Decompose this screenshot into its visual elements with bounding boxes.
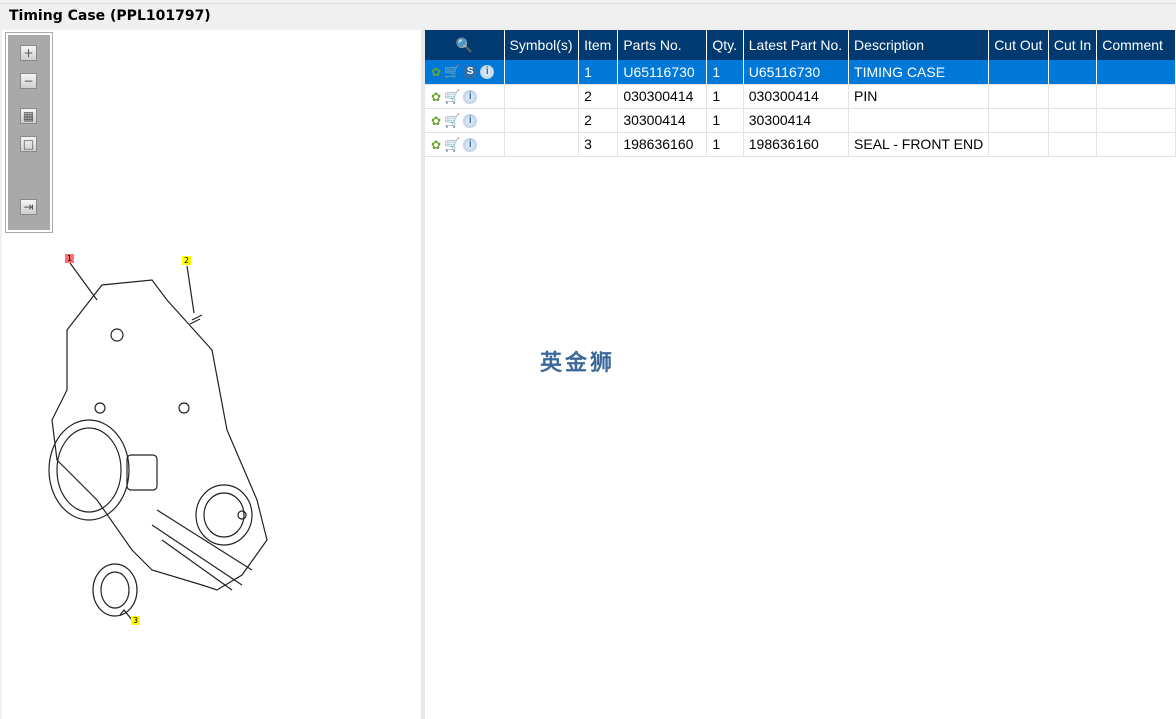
callout-1[interactable]: 1	[65, 254, 75, 263]
qty-cell: 1	[706, 60, 744, 85]
comment-cell	[1096, 60, 1176, 85]
description-cell: PIN	[848, 84, 990, 109]
description-cell	[848, 108, 990, 133]
description-cell: TIMING CASE	[848, 60, 990, 85]
description-cell: SEAL - FRONT END	[848, 132, 990, 157]
table-row[interactable]: ✿ 🛒 i 2 030300414 1 030300414 PIN	[425, 84, 1176, 109]
symbols-cell	[504, 84, 580, 109]
item-cell: 1	[578, 60, 619, 85]
settings-icon[interactable]: ✿	[431, 65, 441, 79]
top-tabs	[0, 0, 1176, 4]
callout-3[interactable]: 3	[131, 616, 141, 625]
row-actions: ✿ 🛒 Si	[425, 60, 505, 85]
cut-in-cell	[1048, 60, 1098, 85]
parts-no-cell: 198636160	[617, 132, 708, 157]
comment-cell	[1096, 132, 1176, 157]
comment-cell	[1096, 84, 1176, 109]
cut-out-cell	[988, 60, 1049, 85]
cut-out-cell	[988, 132, 1049, 157]
header-latest-part-no[interactable]: Latest Part No.	[743, 30, 850, 60]
row-actions: ✿ 🛒 i	[425, 108, 505, 133]
info-icon[interactable]: i	[463, 113, 478, 128]
cut-out-cell	[988, 84, 1049, 109]
latest-part-no-cell: U65116730	[743, 60, 850, 85]
row-actions: ✿ 🛒 i	[425, 84, 505, 109]
header-comment[interactable]: Comment	[1096, 30, 1176, 60]
header-cut-out[interactable]: Cut Out	[988, 30, 1049, 60]
watermark: 英金狮	[540, 351, 616, 376]
qty-cell: 1	[706, 108, 744, 133]
latest-part-no-cell: 198636160	[743, 132, 850, 157]
info-icon[interactable]: i	[480, 65, 495, 80]
cart-icon[interactable]: 🛒	[444, 113, 460, 129]
callout-2[interactable]: 2	[182, 256, 192, 265]
latest-part-no-cell: 030300414	[743, 84, 850, 109]
page-title: Timing Case (PPL101797)	[9, 8, 211, 24]
qty-cell: 1	[706, 84, 744, 109]
qty-cell: 1	[706, 132, 744, 157]
cut-in-cell	[1048, 108, 1098, 133]
symbols-cell	[504, 60, 580, 85]
settings-icon[interactable]: ✿	[431, 90, 441, 104]
cart-icon[interactable]: 🛒	[444, 137, 460, 153]
cart-icon[interactable]: 🛒	[444, 64, 460, 80]
header-search[interactable]: 🔍	[425, 30, 505, 60]
cut-in-cell	[1048, 84, 1098, 109]
settings-icon[interactable]: ✿	[431, 114, 441, 128]
parts-table: 🔍 Symbol(s) Item Parts No. Qty. Latest P…	[425, 30, 1176, 157]
header-symbols[interactable]: Symbol(s)	[504, 30, 580, 60]
table-row[interactable]: ✿ 🛒 i 2 30300414 1 30300414	[425, 108, 1176, 133]
cart-icon[interactable]: 🛒	[444, 89, 460, 105]
table-row[interactable]: ✿ 🛒 i 3 198636160 1 198636160 SEAL - FRONT…	[425, 132, 1176, 157]
cut-in-cell	[1048, 132, 1098, 157]
item-cell: 3	[578, 132, 619, 157]
symbols-cell	[504, 108, 580, 133]
settings-icon[interactable]: ✿	[431, 138, 441, 152]
drawing-pane[interactable]: + − ▦ □ ⇥ 1 2 3	[2, 30, 421, 719]
table-row[interactable]: ✿ 🛒 Si 1 U65116730 1 U65116730 TIMING CASE	[425, 60, 1176, 85]
search-icon[interactable]: 🔍	[456, 37, 473, 53]
latest-part-no-cell: 30300414	[743, 108, 850, 133]
header-item[interactable]: Item	[578, 30, 619, 60]
item-cell: 2	[578, 108, 619, 133]
timing-case-drawing	[48, 262, 268, 621]
header-qty[interactable]: Qty.	[706, 30, 744, 60]
item-cell: 2	[578, 84, 619, 109]
row-actions: ✿ 🛒 i	[425, 132, 505, 157]
header-cut-in[interactable]: Cut In	[1048, 30, 1098, 60]
header-parts-no[interactable]: Parts No.	[617, 30, 708, 60]
info-icon[interactable]: i	[463, 89, 478, 104]
parts-no-cell: U65116730	[617, 60, 708, 85]
info-icon[interactable]: i	[463, 137, 478, 152]
symbols-cell	[504, 132, 580, 157]
parts-no-cell: 030300414	[617, 84, 708, 109]
parts-no-cell: 30300414	[617, 108, 708, 133]
parts-list-pane: 🔍 Symbol(s) Item Parts No. Qty. Latest P…	[425, 30, 1176, 719]
header-description[interactable]: Description	[848, 30, 990, 60]
comment-cell	[1096, 108, 1176, 133]
cut-out-cell	[988, 108, 1049, 133]
supersession-icon[interactable]: S	[463, 65, 478, 80]
